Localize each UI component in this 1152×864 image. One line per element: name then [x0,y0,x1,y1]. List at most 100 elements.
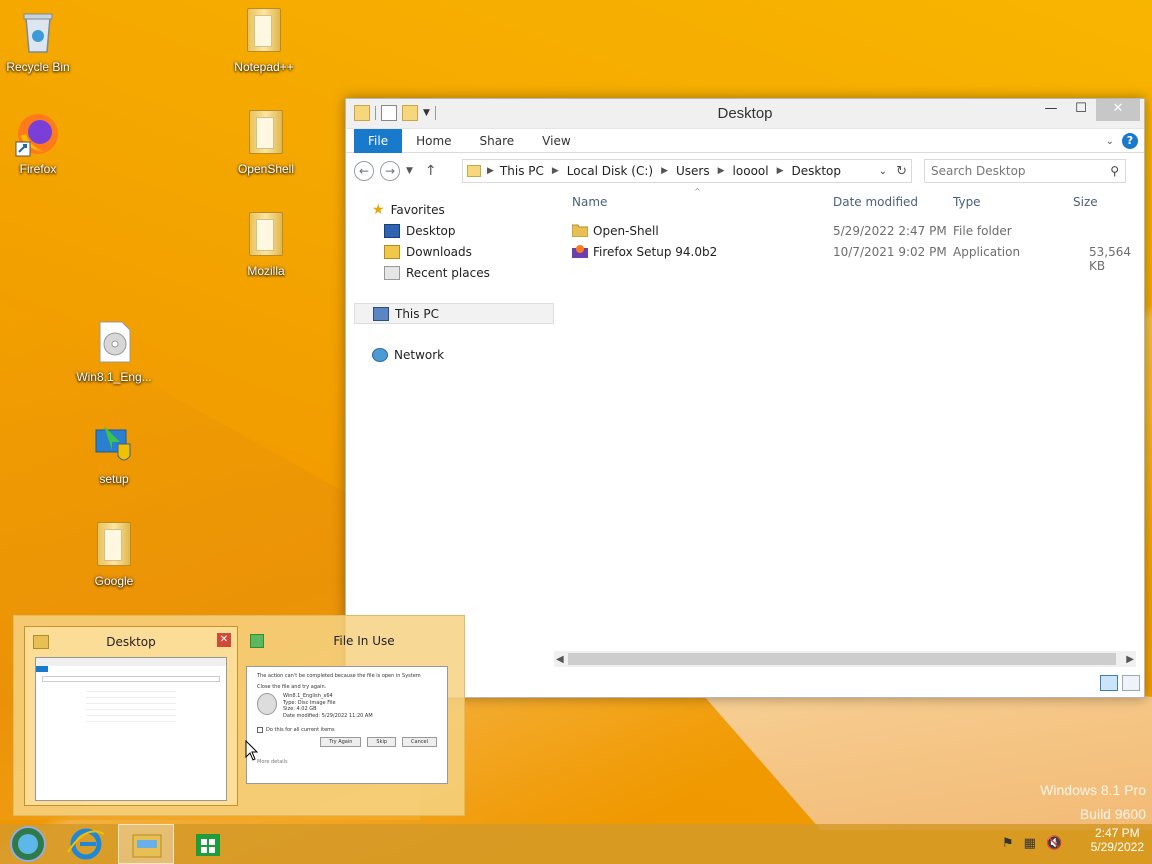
breadcrumb-item[interactable]: Desktop [792,164,842,178]
address-bar[interactable]: ▶ This PC ▶ Local Disk (C:) ▶ Users ▶ loooo… [462,159,912,183]
network-error-icon[interactable]: ▦ [1024,836,1036,851]
thumbnail-title: File In Use [333,634,395,648]
thumbnail-explorer[interactable]: Desktop ✕ [24,626,238,806]
nav-network[interactable]: Network [354,344,554,365]
address-dropdown-icon[interactable]: ⌄ [879,166,887,177]
file-explorer-taskbar-button[interactable] [118,824,174,864]
desktop-icon-setup[interactable]: setup [76,420,152,486]
horizontal-scrollbar[interactable]: ◀ ▶ [554,651,1136,667]
setup-icon [90,420,138,468]
start-button[interactable] [0,824,56,864]
refresh-icon[interactable]: ↻ [896,164,907,179]
desktop-icon-label: Firefox [19,162,57,176]
expand-ribbon-icon[interactable]: ⌄ [1106,136,1114,147]
tab-home[interactable]: Home [402,129,465,153]
file-type: Application [953,245,1021,259]
file-row[interactable]: Firefox Setup 94.0b2 10/7/2021 9:02 PM A… [566,242,1140,273]
column-header-type[interactable]: Type [953,195,981,209]
desktop-icon-notepadpp[interactable]: Notepad++ [226,8,302,74]
recent-locations-icon[interactable]: ▼ [406,166,413,176]
column-header-name[interactable]: Name [572,195,607,209]
window-title: Desktop [717,105,773,122]
store-button[interactable] [180,824,236,864]
title-bar[interactable]: ▼ Desktop — ☐ ✕ [346,99,1144,129]
large-icons-view-icon[interactable] [1122,675,1140,691]
desktop-icon-label: Recycle Bin [6,60,70,74]
folder-icon [242,110,290,158]
tab-file[interactable]: File [354,128,403,153]
help-icon[interactable]: ? [1122,133,1138,149]
firefox-installer-icon [572,244,588,261]
computer-icon [373,306,389,321]
nav-desktop[interactable]: Desktop [354,220,554,241]
clock-time: 2:47 PM [1094,826,1140,840]
nav-label: Downloads [406,244,472,259]
desktop-icon-iso[interactable]: Win8.1_Eng... [76,318,152,384]
desktop-icon-recycle-bin[interactable]: Recycle Bin [0,8,76,74]
volume-muted-icon[interactable]: 🔇 [1046,836,1062,851]
nav-downloads[interactable]: Downloads [354,241,554,262]
nav-label: Recent places [406,265,490,280]
forward-button[interactable]: → [380,161,400,181]
file-type: File folder [953,224,1012,238]
scrollbar-thumb[interactable] [568,653,1116,665]
desktop-icon-label: Notepad++ [234,60,294,74]
file-row[interactable]: Open-Shell 5/29/2022 2:47 PM File folder [566,221,1140,242]
cancel-button: Cancel [402,736,437,747]
windows-edition-watermark: Windows 8.1 Pro [1040,782,1146,798]
recent-places-icon [384,265,400,280]
desktop-icon-openshell[interactable]: OpenShell [228,110,304,176]
desktop-icon-label: setup [99,472,129,486]
clock[interactable]: 2:47 PM 5/29/2022 [1091,826,1144,854]
close-button[interactable]: ✕ [1096,99,1140,121]
search-placeholder: Search Desktop [931,164,1026,178]
dialog-modified: Date modified: 5/29/2022 11:20 AM [283,712,373,719]
scroll-left-icon[interactable]: ◀ [556,654,564,665]
back-button[interactable]: ← [354,161,374,181]
breadcrumb: This PC ▶ Local Disk (C:) ▶ Users ▶ looool ▶… [499,164,842,178]
sort-indicator-icon: ^ [694,187,701,196]
desktop-icon-google[interactable]: Google [76,522,152,588]
breadcrumb-item[interactable]: Local Disk (C:) [567,164,653,178]
thumbnail-close-button[interactable]: ✕ [217,633,231,647]
desktop-icon-firefox[interactable]: Firefox [0,110,76,176]
folder-icon [90,522,138,570]
breadcrumb-item[interactable]: looool [733,164,769,178]
maximize-button[interactable]: ☐ [1066,99,1096,121]
navigation-bar: ← → ▼ ↑ ▶ This PC ▶ Local Disk (C:) ▶ User… [346,153,1144,189]
file-in-use-dialog-preview: The action can't be completed because th… [246,666,448,784]
breadcrumb-item[interactable]: Users [676,164,710,178]
file-list: ^ Name Date modified Type Size Open-Shel… [566,187,1140,661]
dialog-message: The action can't be completed because th… [257,673,421,679]
mouse-cursor-icon [245,739,259,765]
up-arrow-icon[interactable]: ↑ [425,163,437,179]
nav-recent-places[interactable]: Recent places [354,262,554,283]
desktop-icon-mozilla[interactable]: Mozilla [228,212,304,278]
downloads-icon [384,244,400,259]
file-date: 5/29/2022 2:47 PM [833,224,947,238]
file-date: 10/7/2021 9:02 PM [833,245,947,259]
tab-view[interactable]: View [528,129,584,153]
breadcrumb-item[interactable]: This PC [500,164,544,178]
action-center-flag-icon[interactable]: ⚑ [1002,836,1014,851]
desktop-icon-label: Google [94,574,134,588]
search-input[interactable]: Search Desktop ⚲ [924,159,1126,183]
nav-favorites[interactable]: ★ Favorites [354,199,554,220]
folder-icon [242,212,290,260]
scroll-right-icon[interactable]: ▶ [1126,654,1134,665]
search-icon: ⚲ [1110,164,1119,178]
recycle-bin-icon [14,8,62,56]
internet-explorer-button[interactable] [58,824,114,864]
tab-share[interactable]: Share [466,129,529,153]
column-header-date[interactable]: Date modified [833,195,918,209]
nav-this-pc[interactable]: This PC [354,303,554,324]
file-size: 53,564 KB [1089,245,1131,273]
thumbnail-file-in-use[interactable]: File In Use The action can't be complete… [240,626,458,806]
details-view-icon[interactable] [1100,675,1118,691]
try-again-button: Try Again [320,736,362,747]
dialog-checkbox-label: Do this for all current items [266,727,335,733]
skip-button: Skip [367,736,397,747]
column-header-size[interactable]: Size [1073,195,1098,209]
minimize-button[interactable]: — [1036,99,1066,121]
copy-dialog-icon [250,634,264,648]
